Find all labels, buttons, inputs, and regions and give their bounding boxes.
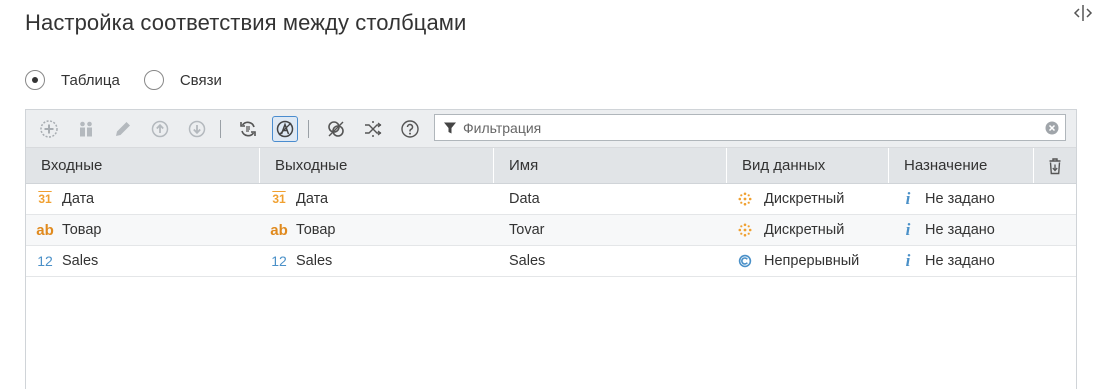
string-type-icon: ab	[36, 221, 54, 239]
row-action-cell	[1034, 246, 1076, 276]
input-cell[interactable]: 12 Sales	[26, 246, 260, 276]
input-value: Дата	[62, 191, 95, 207]
info-icon: i	[905, 220, 911, 239]
string-type-icon: ab	[270, 221, 288, 239]
edit-button[interactable]	[113, 119, 133, 139]
link-button[interactable]	[326, 119, 346, 139]
add-button[interactable]	[39, 119, 59, 139]
column-header-input[interactable]: Входные	[26, 148, 260, 183]
name-cell[interactable]: Sales	[494, 246, 727, 276]
edit-icon	[116, 121, 130, 136]
funnel-icon	[444, 122, 456, 133]
radio-table-label: Таблица	[61, 71, 120, 89]
move-down-icon	[188, 120, 206, 137]
table-row[interactable]: 12 Sales 12 Sales Sales Непрерывный i Не за…	[26, 246, 1076, 277]
purpose-value: Не задано	[925, 222, 995, 238]
sync-icon	[240, 121, 256, 136]
split-panel-icon[interactable]	[1072, 4, 1094, 22]
purpose-cell[interactable]: i Не задано	[889, 184, 1034, 214]
number-type-icon: 12	[271, 253, 287, 269]
row-action-cell	[1034, 215, 1076, 245]
column-header-data-kind[interactable]: Вид данных	[727, 148, 889, 183]
date-type-icon: 31	[38, 192, 52, 206]
help-icon	[401, 119, 419, 138]
radio-links[interactable]: Связи	[143, 70, 222, 90]
output-cell[interactable]: 31 Дата	[260, 184, 494, 214]
data-kind-value: Дискретный	[764, 191, 845, 207]
shuffle-button[interactable]	[363, 119, 383, 139]
column-header-output[interactable]: Выходные	[260, 148, 494, 183]
continuous-icon	[738, 254, 752, 268]
toolbar-separator	[308, 119, 309, 138]
column-header-name[interactable]: Имя	[494, 148, 727, 183]
filter-input[interactable]	[463, 119, 1033, 136]
number-type-icon: 12	[37, 253, 53, 269]
group-button[interactable]	[76, 119, 96, 139]
purpose-cell[interactable]: i Не задано	[889, 246, 1034, 276]
link-icon	[328, 120, 344, 137]
output-cell[interactable]: ab Товар	[260, 215, 494, 245]
discrete-icon	[738, 192, 752, 206]
info-icon: i	[905, 251, 911, 270]
purpose-cell[interactable]: i Не задано	[889, 215, 1034, 245]
input-cell[interactable]: ab Товар	[26, 215, 260, 245]
radio-links-label: Связи	[179, 71, 222, 89]
name-cell[interactable]: Tovar	[494, 215, 727, 245]
data-kind-value: Дискретный	[764, 222, 845, 238]
output-value: Дата	[296, 191, 329, 207]
delete-column	[1034, 148, 1076, 183]
help-button[interactable]	[400, 119, 420, 139]
trash-icon[interactable]	[1047, 157, 1063, 175]
filter-field[interactable]	[434, 114, 1066, 141]
page-title: Настройка соответствия между столбцами	[25, 10, 467, 35]
mapping-panel: Входные Выходные Имя Вид данных Назначен…	[25, 109, 1077, 389]
auto-map-icon	[276, 120, 294, 137]
radio-links-circle[interactable]	[143, 70, 164, 90]
output-value: Товар	[296, 222, 336, 238]
auto-map-button[interactable]	[272, 115, 298, 142]
data-kind-value: Непрерывный	[764, 253, 860, 269]
mode-radio-group: Таблица Связи	[25, 70, 246, 90]
data-kind-cell[interactable]: Непрерывный	[727, 246, 889, 276]
sync-button[interactable]	[238, 119, 258, 139]
name-cell[interactable]: Data	[494, 184, 727, 214]
move-up-icon	[151, 120, 169, 137]
table-header: Входные Выходные Имя Вид данных Назначен…	[26, 148, 1076, 184]
input-value: Товар	[62, 222, 102, 238]
toolbar	[26, 110, 1076, 148]
output-cell[interactable]: 12 Sales	[260, 246, 494, 276]
output-value: Sales	[296, 253, 333, 269]
info-icon: i	[905, 189, 911, 208]
discrete-icon	[738, 223, 752, 237]
table-row[interactable]: 31 Дата 31 Дата Data Дискретный i Не задано	[26, 184, 1076, 215]
shuffle-icon	[365, 120, 382, 137]
table-body: 31 Дата 31 Дата Data Дискретный i Не задано…	[26, 184, 1076, 277]
move-up-button[interactable]	[150, 119, 170, 139]
add-icon	[40, 119, 58, 138]
column-header-purpose[interactable]: Назначение	[889, 148, 1034, 183]
date-type-icon: 31	[272, 192, 286, 206]
input-value: Sales	[62, 253, 99, 269]
data-kind-cell[interactable]: Дискретный	[727, 184, 889, 214]
table-row[interactable]: ab Товар ab Товар Tovar Дискретный i Не зад…	[26, 215, 1076, 246]
radio-table[interactable]: Таблица	[25, 70, 120, 90]
group-icon	[80, 121, 92, 136]
row-action-cell	[1034, 184, 1076, 214]
clear-icon[interactable]	[1045, 121, 1059, 135]
radio-table-circle[interactable]	[25, 70, 45, 90]
purpose-value: Не задано	[925, 191, 995, 207]
data-kind-cell[interactable]: Дискретный	[727, 215, 889, 245]
purpose-value: Не задано	[925, 253, 995, 269]
input-cell[interactable]: 31 Дата	[26, 184, 260, 214]
move-down-button[interactable]	[187, 119, 207, 139]
toolbar-separator	[220, 119, 221, 138]
